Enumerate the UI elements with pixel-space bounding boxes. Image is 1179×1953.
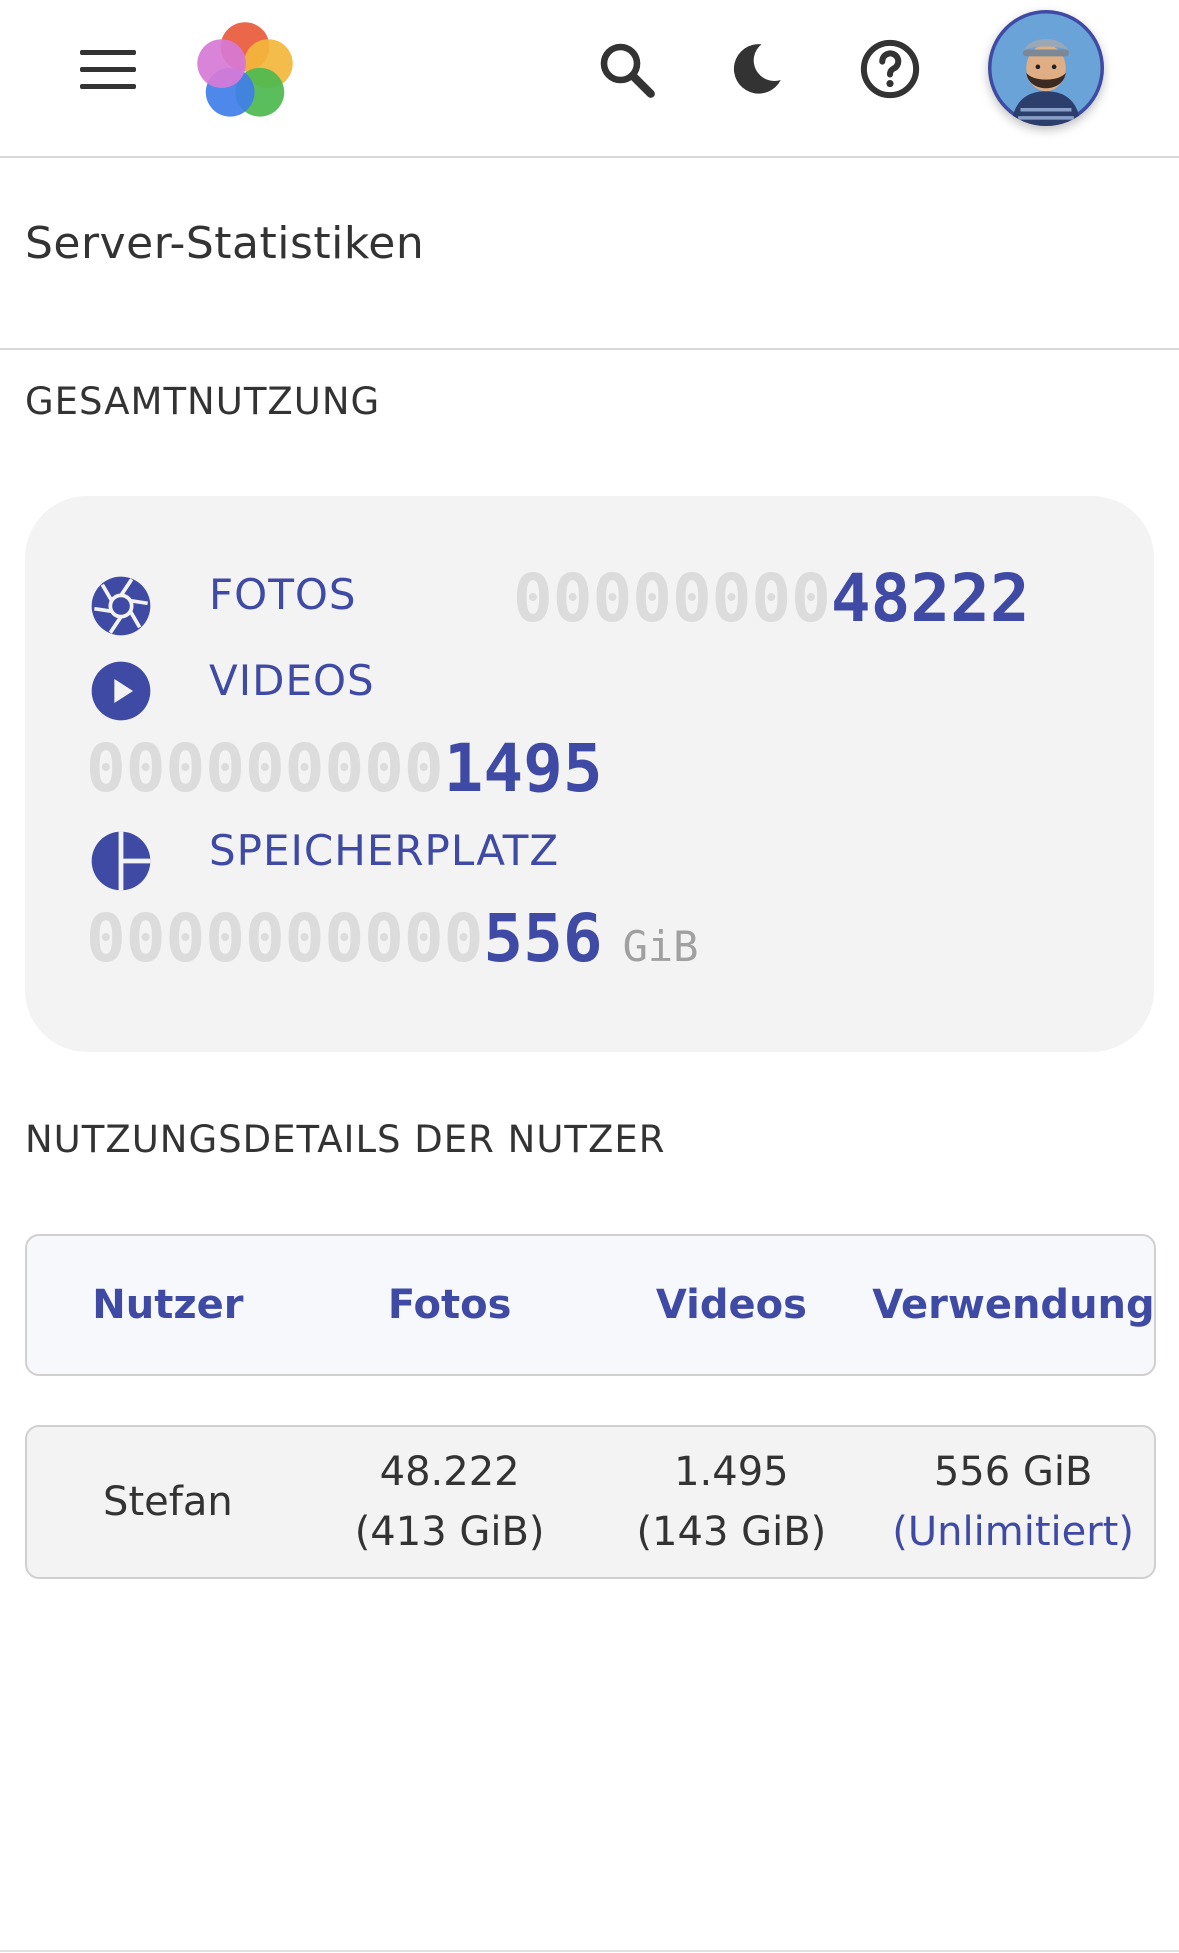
- user-usage-amount: 556 GiB: [933, 1449, 1093, 1495]
- videos-counter-padding: 000000000: [86, 730, 444, 807]
- videos-count: 1495: [443, 730, 603, 807]
- search-icon[interactable]: [593, 36, 659, 102]
- column-header-photos[interactable]: Fotos: [309, 1275, 591, 1335]
- storage-amount: 556: [483, 900, 603, 977]
- user-photos-cell: 48.222 (413 GiB): [354, 1449, 545, 1555]
- app-header: [0, 0, 1179, 158]
- aperture-icon: [89, 574, 153, 638]
- storage-counter: 0000000000556 GiB: [86, 906, 698, 972]
- user-videos-cell: 1.495 (143 GiB): [636, 1449, 827, 1555]
- user-name-cell: Stefan: [103, 1479, 233, 1525]
- storage-counter-padding: 0000000000: [86, 900, 484, 977]
- column-header-user[interactable]: Nutzer: [27, 1275, 309, 1335]
- column-header-videos[interactable]: Videos: [591, 1275, 873, 1335]
- hamburger-menu-icon[interactable]: [80, 50, 136, 90]
- overall-usage-heading: GESAMTNUTZUNG: [25, 380, 381, 423]
- title-divider: [0, 348, 1179, 350]
- photos-label: FOTOS: [209, 570, 357, 619]
- app-logo-icon[interactable]: [192, 18, 298, 124]
- column-header-usage[interactable]: Verwendung: [872, 1275, 1154, 1335]
- overall-stats-card: FOTOS 0000000048222 VIDEOS 0000000001495…: [25, 496, 1154, 1052]
- videos-counter: 0000000001495: [86, 736, 603, 802]
- page-title: Server-Statistiken: [25, 218, 425, 269]
- videos-label: VIDEOS: [209, 656, 375, 705]
- moon-icon[interactable]: [723, 36, 789, 102]
- play-circle-icon: [89, 659, 153, 723]
- photos-count: 48222: [830, 560, 1030, 637]
- table-row: Stefan 48.222 (413 GiB) 1.495 (143 GiB) …: [25, 1425, 1156, 1579]
- storage-label: SPEICHERPLATZ: [209, 826, 560, 875]
- storage-unit: GiB: [622, 922, 699, 971]
- user-quota-limit: (Unlimitiert): [892, 1509, 1134, 1555]
- usage-table-header: Nutzer Fotos Videos Verwendung: [25, 1234, 1156, 1376]
- photos-counter: 0000000048222: [513, 566, 1030, 632]
- bottom-divider: [0, 1950, 1179, 1952]
- user-usage-heading: NUTZUNGSDETAILS DER NUTZER: [25, 1118, 666, 1161]
- help-circle-icon[interactable]: [857, 36, 923, 102]
- user-avatar[interactable]: [988, 10, 1104, 126]
- user-usage-cell: 556 GiB (Unlimitiert): [872, 1442, 1154, 1562]
- photos-counter-padding: 00000000: [513, 560, 831, 637]
- pie-chart-icon: [89, 829, 153, 893]
